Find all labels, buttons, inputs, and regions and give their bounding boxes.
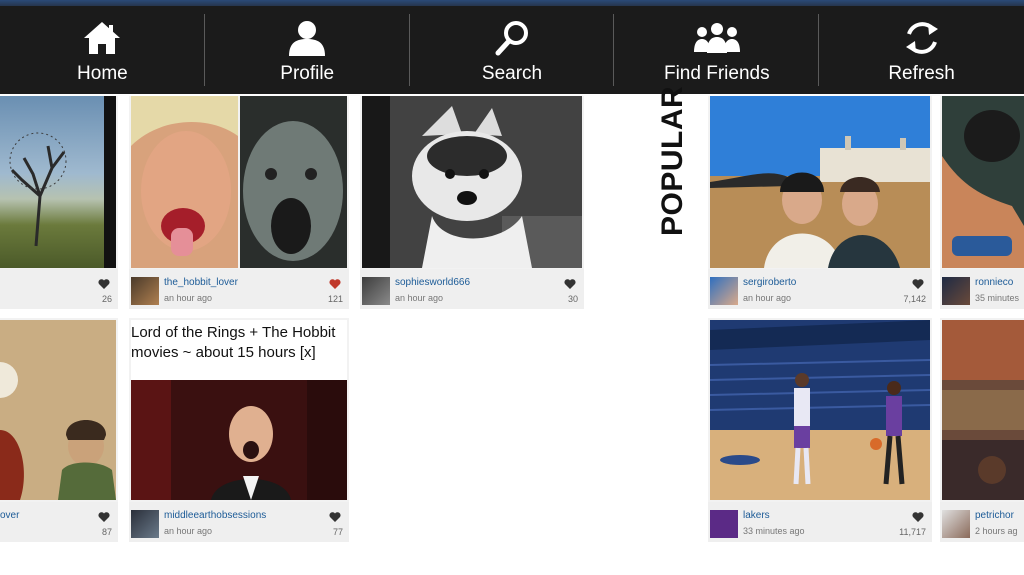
home-icon (84, 22, 121, 54)
heart-icon[interactable] (98, 278, 110, 290)
nav-search[interactable]: Search (410, 6, 615, 94)
profile-icon (289, 21, 326, 56)
search-icon (495, 21, 528, 56)
timestamp: an hour ago (743, 293, 792, 303)
top-navigation-bar: Home Profile Search Find Friends Refresh (0, 0, 1024, 94)
selfie-photo[interactable] (710, 96, 930, 268)
cartoon-photo[interactable] (0, 320, 116, 500)
username[interactable]: the_hobbit_lover (164, 277, 238, 288)
username[interactable]: ronnieco (975, 277, 1013, 288)
feed-tile[interactable]: the_hobbit_lover an hour ago 121 (129, 96, 349, 309)
avatar[interactable] (942, 510, 970, 538)
cartoon-graphic (0, 320, 116, 500)
friends-icon (693, 23, 740, 53)
heart-icon[interactable] (98, 511, 110, 523)
nav-home[interactable]: Home (0, 6, 205, 94)
tree-photo[interactable] (0, 96, 116, 268)
nav-label: Refresh (888, 63, 955, 84)
like-count: 77 (332, 527, 343, 537)
section-header-popular: POPULAR (654, 86, 689, 244)
tile-meta: ronnieco 35 minutes (940, 269, 1024, 309)
nav-menu: Home Profile Search Find Friends Refresh (0, 6, 1024, 94)
nav-refresh[interactable]: Refresh (819, 6, 1024, 94)
username[interactable]: sophiesworld666 (395, 277, 470, 288)
username[interactable]: sergiroberto (743, 277, 796, 288)
timestamp: 33 minutes ago (743, 526, 805, 536)
heart-icon[interactable] (912, 278, 924, 290)
like-count: 26 (101, 294, 112, 304)
refresh-icon (905, 22, 938, 54)
feed-tile[interactable]: 26 (0, 96, 118, 309)
timestamp: 35 minutes (975, 293, 1020, 303)
popular-tile[interactable]: sergiroberto an hour ago 7,142 (708, 96, 932, 309)
feed-tile[interactable]: sophiesworld666 an hour ago 30 (360, 96, 584, 309)
tile-meta: sophiesworld666 an hour ago 30 (360, 269, 584, 309)
heart-icon[interactable] (564, 278, 576, 290)
nav-label: Find Friends (663, 63, 770, 84)
basketball-graphic (710, 320, 930, 500)
popular-tile[interactable]: petrichor 2 hours ag (940, 318, 1024, 542)
tile-meta: over 87 (0, 502, 118, 542)
selfie-graphic (710, 96, 930, 268)
collage-photo[interactable] (131, 96, 347, 268)
avatar[interactable] (131, 277, 159, 305)
nav-label: Home (77, 63, 128, 84)
tile-meta: petrichor 2 hours ag (940, 502, 1024, 542)
like-count: 87 (101, 527, 112, 537)
popular-tile[interactable]: ronnieco 35 minutes (940, 96, 1024, 309)
meme-caption: Lord of the Rings + The Hobbit movies ~ … (131, 320, 347, 380)
basketball-photo[interactable] (710, 320, 930, 500)
avatar[interactable] (131, 510, 159, 538)
tile-meta: middleearthobsessions an hour ago 77 (129, 502, 349, 542)
texture-graphic (942, 320, 1024, 500)
username[interactable]: over (0, 510, 19, 521)
section-label: POPULAR (656, 85, 689, 236)
husky-photo[interactable] (362, 96, 582, 268)
tile-meta: 26 (0, 269, 118, 309)
username[interactable]: lakers (743, 510, 770, 521)
heart-icon[interactable] (329, 278, 341, 290)
nav-find-friends[interactable]: Find Friends (614, 6, 819, 94)
timestamp: 2 hours ag (975, 526, 1018, 536)
like-count: 7,142 (903, 294, 926, 304)
tile-meta: the_hobbit_lover an hour ago 121 (129, 269, 349, 309)
nav-profile[interactable]: Profile (205, 6, 410, 94)
avatar[interactable] (362, 277, 390, 305)
popular-tile[interactable]: lakers 33 minutes ago 11,717 (708, 318, 932, 542)
username[interactable]: petrichor (975, 510, 1014, 521)
timestamp: an hour ago (395, 293, 444, 303)
feed-tile[interactable]: over 87 (0, 318, 118, 542)
meme-graphic (131, 380, 347, 500)
like-count: 30 (567, 294, 578, 304)
meme-photo[interactable]: Lord of the Rings + The Hobbit movies ~ … (131, 320, 347, 500)
timestamp: an hour ago (164, 293, 213, 303)
husky-graphic (362, 96, 582, 268)
tile-meta: lakers 33 minutes ago 11,717 (708, 502, 932, 542)
collage-graphic (131, 96, 347, 268)
texture-photo[interactable] (942, 320, 1024, 500)
feed-tile[interactable]: Lord of the Rings + The Hobbit movies ~ … (129, 318, 349, 542)
like-count: 121 (327, 294, 343, 304)
heart-icon[interactable] (912, 511, 924, 523)
gym-graphic (942, 96, 1024, 268)
gym-photo[interactable] (942, 96, 1024, 268)
avatar[interactable] (942, 277, 970, 305)
avatar[interactable] (710, 277, 738, 305)
like-count: 11,717 (899, 527, 926, 537)
tile-meta: sergiroberto an hour ago 7,142 (708, 269, 932, 309)
tree-graphic (9, 96, 116, 268)
heart-icon[interactable] (329, 511, 341, 523)
nav-label: Profile (280, 63, 335, 84)
username[interactable]: middleearthobsessions (164, 510, 266, 521)
timestamp: an hour ago (164, 526, 213, 536)
nav-label: Search (481, 63, 543, 84)
avatar[interactable] (710, 510, 738, 538)
